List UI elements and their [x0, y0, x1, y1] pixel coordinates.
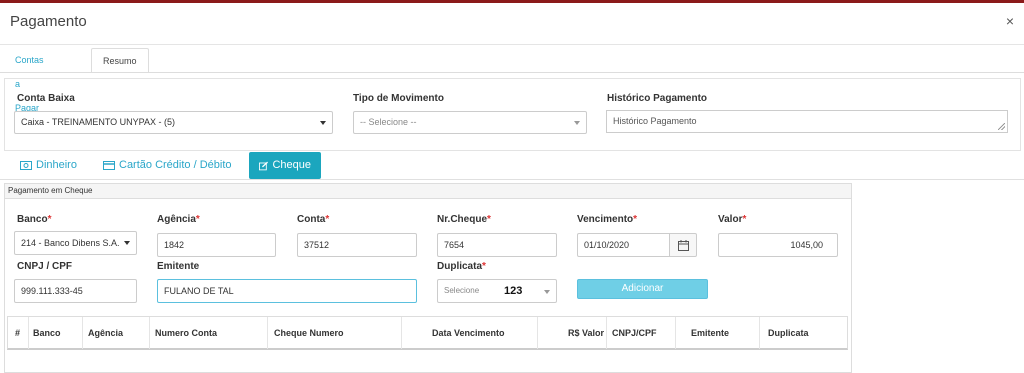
- close-icon[interactable]: ×: [1006, 13, 1014, 29]
- tab-cartao[interactable]: Cartão Crédito / Débito: [103, 152, 232, 179]
- col-emitente[interactable]: Emitente: [691, 317, 729, 349]
- duplicata-label: Duplicata*: [437, 261, 486, 272]
- banco-label: Banco*: [17, 214, 52, 225]
- cnpj-cpf-input[interactable]: 999.111.333-45: [14, 279, 137, 303]
- tab-divider: [0, 72, 1024, 73]
- column-divider: [675, 317, 676, 349]
- historico-placeholder: Histórico Pagamento: [613, 116, 697, 126]
- historico-textarea[interactable]: Histórico Pagamento: [606, 110, 1008, 133]
- nr-cheque-label: Nr.Cheque*: [437, 214, 491, 225]
- col-duplicata[interactable]: Duplicata: [768, 317, 809, 349]
- tab-cartao-label: Cartão Crédito / Débito: [119, 159, 232, 171]
- tab-cheque-label: Cheque: [272, 159, 311, 171]
- conta-input[interactable]: 37512: [297, 233, 417, 257]
- conta-baixa-label: Conta Baixa: [17, 93, 75, 104]
- col-numero-conta[interactable]: Numero Conta: [155, 317, 217, 349]
- col-index[interactable]: #: [15, 317, 20, 349]
- column-divider: [267, 317, 268, 349]
- payment-tabs-divider: [0, 179, 1024, 180]
- chevron-down-icon: [320, 121, 326, 125]
- valor-label: Valor*: [718, 214, 747, 225]
- duplicata-value: 123: [504, 285, 523, 297]
- conta-baixa-select[interactable]: Caixa - TREINAMENTO UNYPAX - (5): [14, 111, 333, 134]
- money-icon: [20, 161, 32, 170]
- modal-title: Pagamento: [10, 13, 87, 30]
- tab-contas-a-pagar[interactable]: Contas a Pagar: [4, 48, 55, 113]
- vencimento-input[interactable]: 01/10/2020: [577, 233, 670, 257]
- cheque-table-header: # Banco Agência Numero Conta Cheque Nume…: [7, 316, 848, 350]
- column-divider: [149, 317, 150, 349]
- header-divider: [0, 44, 1024, 45]
- column-divider: [82, 317, 83, 349]
- cheque-panel-title: Pagamento em Cheque: [5, 184, 851, 199]
- agencia-label: Agência*: [157, 214, 200, 225]
- tipo-movimento-select[interactable]: -- Selecione --: [353, 111, 587, 134]
- duplicata-placeholder: Selecione: [444, 286, 480, 295]
- calendar-button[interactable]: [670, 233, 697, 257]
- add-button[interactable]: Adicionar: [577, 279, 708, 299]
- col-cnpj-cpf[interactable]: CNPJ/CPF: [612, 317, 657, 349]
- agencia-input[interactable]: 1842: [157, 233, 276, 257]
- conta-label: Conta*: [297, 214, 330, 225]
- column-divider: [28, 317, 29, 349]
- column-divider: [606, 317, 607, 349]
- nr-cheque-input[interactable]: 7654: [437, 233, 557, 257]
- emitente-input[interactable]: FULANO DE TAL: [157, 279, 417, 303]
- chevron-down-icon: [544, 290, 550, 294]
- col-valor[interactable]: R$ Valor: [568, 317, 604, 349]
- col-data-vencimento[interactable]: Data Vencimento: [432, 317, 505, 349]
- tab-dinheiro[interactable]: Dinheiro: [20, 152, 77, 179]
- chevron-down-icon: [574, 121, 580, 125]
- column-divider: [401, 317, 402, 349]
- column-divider: [759, 317, 760, 349]
- col-banco[interactable]: Banco: [33, 317, 61, 349]
- cnpj-cpf-label: CNPJ / CPF: [17, 261, 73, 272]
- column-divider: [537, 317, 538, 349]
- historico-label: Histórico Pagamento: [607, 93, 708, 104]
- duplicata-select[interactable]: Selecione 123: [437, 279, 557, 303]
- valor-input[interactable]: 1045,00: [718, 233, 838, 257]
- calendar-icon: [677, 239, 689, 251]
- tipo-movimento-label: Tipo de Movimento: [353, 93, 444, 104]
- tipo-movimento-value: -- Selecione --: [360, 117, 417, 127]
- banco-value: 214 - Banco Dibens S.A.: [21, 238, 120, 248]
- top-accent-bar: [0, 0, 1024, 3]
- edit-icon: [259, 161, 269, 170]
- tab-dinheiro-label: Dinheiro: [36, 159, 77, 171]
- col-agencia[interactable]: Agência: [88, 317, 123, 349]
- tab-cheque[interactable]: Cheque: [249, 152, 321, 179]
- chevron-down-icon: [124, 241, 130, 245]
- credit-card-icon: [103, 161, 115, 170]
- vencimento-label: Vencimento*: [577, 214, 638, 225]
- banco-select[interactable]: 214 - Banco Dibens S.A.: [14, 231, 137, 255]
- resize-handle-icon[interactable]: [998, 123, 1005, 130]
- col-cheque-numero[interactable]: Cheque Numero: [274, 317, 344, 349]
- emitente-label: Emitente: [157, 261, 200, 272]
- tab-resumo[interactable]: Resumo: [91, 48, 149, 73]
- conta-baixa-value: Caixa - TREINAMENTO UNYPAX - (5): [21, 117, 176, 127]
